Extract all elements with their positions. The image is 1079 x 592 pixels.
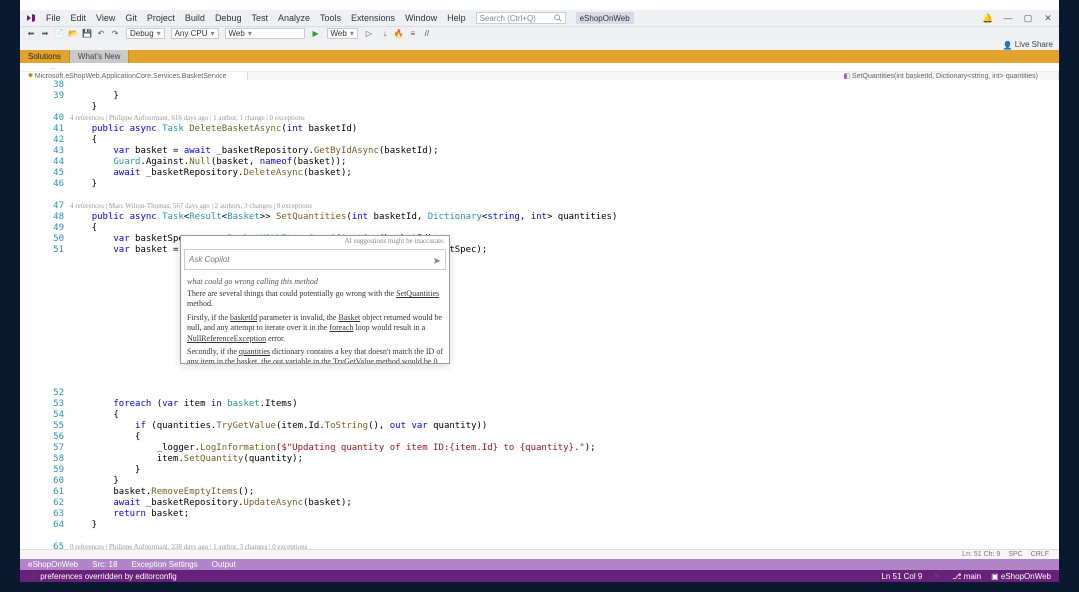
nav-fwd-icon[interactable]: ➡ <box>40 29 50 39</box>
secondary-statusbar: eShopOnWeb Src: 18 Exception Settings Ou… <box>20 559 1059 570</box>
menu-analyze[interactable]: Analyze <box>278 13 310 23</box>
window-minimize-icon[interactable]: — <box>1003 13 1013 23</box>
save-icon[interactable]: 💾 <box>82 29 92 39</box>
cursor-pos: Ln: 51 Ch: 9 <box>962 551 1000 558</box>
menu-window[interactable]: Window <box>405 13 437 23</box>
nav-back-icon[interactable]: ⬅ <box>26 29 36 39</box>
status-repo[interactable]: ▣ eShopOnWeb <box>991 572 1051 581</box>
menu-test[interactable]: Test <box>251 13 268 23</box>
breadcrumb: ... <box>20 63 1059 72</box>
undo-icon[interactable]: ↶ <box>96 29 106 39</box>
liveshare-icon[interactable]: 👤 <box>1003 40 1013 50</box>
status-sln[interactable]: eShopOnWeb <box>28 560 78 569</box>
status-output[interactable]: Output <box>212 560 236 569</box>
copilot-input[interactable] <box>189 255 416 264</box>
copilot-question: what could go wrong calling this method <box>187 277 443 286</box>
copilot-popup: AI suggestions might be inaccurate. ➤ wh… <box>180 235 450 364</box>
status-edit-icon[interactable]: ✎ <box>932 571 942 581</box>
window-close-icon[interactable]: ✕ <box>1043 13 1053 23</box>
tab-solutions[interactable]: Solutions <box>20 50 70 63</box>
window-restore-icon[interactable]: ▢ <box>1023 13 1033 23</box>
repo-icon: ▣ <box>991 572 999 581</box>
status-exc[interactable]: Exception Settings <box>131 560 197 569</box>
menu-file[interactable]: File <box>46 13 61 23</box>
tool-tabstrip: Solutions What's New <box>20 50 1059 63</box>
status-src[interactable]: Src: 18 <box>92 560 117 569</box>
search-icon <box>554 14 562 22</box>
hotreload-icon[interactable]: 🔥 <box>394 29 404 39</box>
file-nav-bar: ⬥ Microsoft.eShopWeb.ApplicationCore.Ser… <box>20 72 1059 80</box>
comment-icon[interactable]: // <box>422 29 432 39</box>
new-file-icon[interactable]: 📄 <box>54 29 64 39</box>
status-info-icon: ⓘ <box>28 571 38 581</box>
config-dropdown[interactable]: Debug▾ <box>126 28 165 39</box>
branch-icon: ⎇ <box>952 572 961 581</box>
startup-dropdown[interactable]: Web▾ <box>225 28 305 39</box>
main-toolbar: ⬅ ➡ 📄 📂 💾 ↶ ↷ Debug▾ Any CPU▾ Web▾ ▶ Web… <box>20 26 1059 40</box>
platform-dropdown[interactable]: Any CPU▾ <box>171 28 219 39</box>
run-icon[interactable]: ▶ <box>311 29 321 39</box>
tab-whats-new[interactable]: What's New <box>70 50 129 63</box>
menu-edit[interactable]: Edit <box>71 13 87 23</box>
copilot-hint: AI suggestions might be inaccurate. <box>181 236 449 246</box>
menu-view[interactable]: View <box>96 13 115 23</box>
open-icon[interactable]: 📂 <box>68 29 78 39</box>
menu-tools[interactable]: Tools <box>320 13 341 23</box>
status-branch[interactable]: ⎇ main <box>952 572 981 581</box>
liveshare-label[interactable]: Live Share <box>1015 40 1053 50</box>
editor-statusbar: Ln: 51 Ch: 9 SPC CRLF <box>20 549 1059 559</box>
step-icon[interactable]: ↓ <box>380 29 390 39</box>
format-icon[interactable]: ≡ <box>408 29 418 39</box>
copilot-input-wrap: ➤ <box>184 249 446 270</box>
copilot-send-icon[interactable]: ➤ <box>433 256 441 267</box>
copilot-response: what could go wrong calling this method … <box>181 273 449 363</box>
menu-git[interactable]: Git <box>125 13 137 23</box>
menu-bar: File Edit View Git Project Build Debug T… <box>20 10 1059 26</box>
notification-icon[interactable]: 🔔 <box>983 13 993 23</box>
search-input[interactable]: Search (Ctrl+Q) <box>476 12 566 24</box>
lineending: CRLF <box>1031 551 1049 558</box>
main-statusbar: ⓘ preferences overridden by editorconfig… <box>20 570 1059 582</box>
solution-name: eShopOnWeb <box>576 12 634 24</box>
menu-project[interactable]: Project <box>147 13 175 23</box>
menu-help[interactable]: Help <box>447 13 466 23</box>
menu-build[interactable]: Build <box>185 13 205 23</box>
stop-icon[interactable]: ▷ <box>364 29 374 39</box>
line-gutter: 3839404142434445464748495051525354555657… <box>20 80 70 549</box>
status-msg: preferences overridden by editorconfig <box>40 572 177 581</box>
encoding: SPC <box>1008 551 1022 558</box>
status-pos: Ln 51 Col 9 <box>881 572 922 581</box>
run-dropdown[interactable]: Web▾ <box>327 28 358 39</box>
vs-logo-icon <box>26 13 36 23</box>
nav-member[interactable]: ◧ SetQuantities(int basketId, Dictionary… <box>835 72 1059 80</box>
menu-debug[interactable]: Debug <box>215 13 242 23</box>
code-editor[interactable]: 3839404142434445464748495051525354555657… <box>20 80 1059 549</box>
menu-extensions[interactable]: Extensions <box>351 13 395 23</box>
nav-class[interactable]: ⬥ Microsoft.eShopWeb.ApplicationCore.Ser… <box>20 72 248 80</box>
redo-icon[interactable]: ↷ <box>110 29 120 39</box>
